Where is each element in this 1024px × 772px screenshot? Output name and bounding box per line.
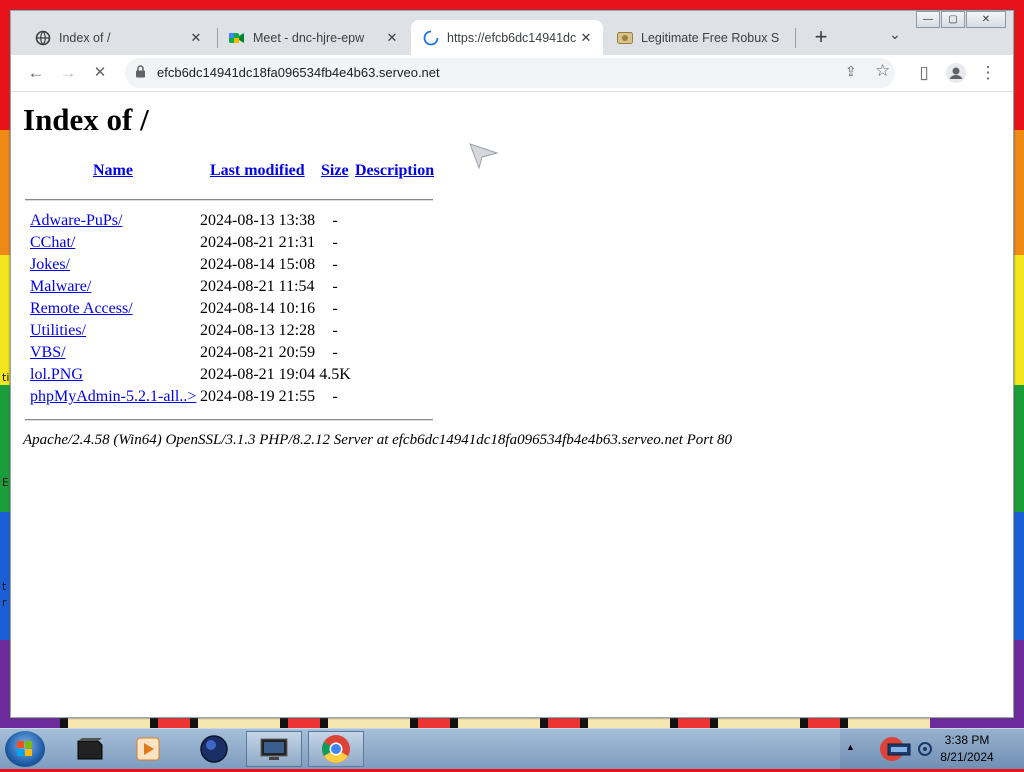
entry-modified: 2024-08-21 21:31: [200, 234, 316, 251]
clock-time: 3:38 PM: [944, 733, 990, 747]
taskbar-media-player[interactable]: [120, 731, 176, 767]
entry-size: -: [332, 234, 338, 251]
entry-modified: 2024-08-13 12:28: [200, 322, 316, 339]
start-button[interactable]: [5, 731, 45, 767]
entry-link[interactable]: Jokes/: [30, 256, 70, 274]
tab-serveo-active[interactable]: https://efcb6dc14941dc18fa096534fb4e4b63…: [411, 20, 603, 55]
browser-window: Index of / ✕ Meet - dnc-hjre-epw ✕ https…: [10, 10, 1014, 718]
desktop-text-fragment: ti: [2, 371, 10, 384]
taskbar-clock[interactable]: 3:38 PM 8/21/2024: [912, 732, 1022, 766]
tab-search-button[interactable]: ⌄: [884, 26, 906, 48]
taskbar-screen-app[interactable]: [246, 731, 302, 767]
entry-link[interactable]: Malware/: [30, 278, 91, 296]
side-panel-icon[interactable]: ▯: [913, 62, 935, 84]
bookmark-star-icon[interactable]: ☆: [875, 61, 890, 81]
close-icon[interactable]: ✕: [383, 30, 401, 46]
menu-icon[interactable]: ⋮: [977, 62, 999, 84]
header-divider: [25, 199, 433, 201]
entry-link[interactable]: Remote Access/: [30, 300, 133, 318]
tab-title: https://efcb6dc14941dc18fa096534fb4e4b63…: [447, 30, 577, 45]
entry-size: -: [332, 256, 338, 273]
entry-size: -: [332, 278, 338, 295]
taskbar-terminal[interactable]: [62, 731, 118, 767]
entry-size: -: [332, 344, 338, 361]
forward-button[interactable]: →: [57, 62, 79, 84]
desktop-text-fragment: E: [2, 476, 9, 489]
entry-link[interactable]: Utilities/: [30, 322, 86, 340]
url-text[interactable]: efcb6dc14941dc18fa096534fb4e4b63.serveo.…: [157, 65, 440, 80]
entry-size: -: [332, 300, 338, 317]
entry-size: -: [332, 212, 338, 229]
column-header-name[interactable]: Name: [93, 162, 133, 180]
browser-toolbar: ← → ✕ efcb6dc14941dc18fa096534fb4e4b63.s…: [11, 55, 1013, 92]
page-title: Index of /: [23, 102, 149, 137]
column-header-last-modified[interactable]: Last modified: [210, 162, 305, 180]
stop-loading-button[interactable]: ✕: [89, 62, 111, 84]
maximize-button[interactable]: ▢: [941, 11, 965, 28]
back-button[interactable]: ←: [25, 62, 47, 84]
entry-modified: 2024-08-13 13:38: [200, 212, 316, 229]
entry-link[interactable]: phpMyAdmin-5.2.1-all..>: [30, 388, 196, 406]
screen-icon: [260, 738, 288, 760]
close-icon[interactable]: ✕: [577, 30, 595, 46]
close-window-button[interactable]: ✕: [966, 11, 1006, 28]
tab-strip: Index of / ✕ Meet - dnc-hjre-epw ✕ https…: [11, 11, 1013, 55]
entry-size: -: [332, 388, 338, 405]
minimize-button[interactable]: —: [916, 11, 940, 28]
entry-modified: 2024-08-19 21:55: [200, 388, 316, 405]
clock-date: 8/21/2024: [940, 750, 994, 764]
entry-modified: 2024-08-21 19:04: [200, 366, 316, 383]
tab-index-of[interactable]: Index of / ✕: [23, 20, 213, 55]
entry-modified: 2024-08-21 20:59: [200, 344, 316, 361]
entry-link[interactable]: CChat/: [30, 234, 75, 252]
meet-icon: [229, 30, 245, 46]
entry-size: 4.5K: [319, 366, 351, 383]
entry-link[interactable]: lol.PNG: [30, 366, 83, 384]
desktop-text-fragment: r: [2, 596, 7, 609]
send-cursor-icon: [469, 143, 499, 169]
chrome-icon: [322, 735, 350, 763]
profile-avatar-icon[interactable]: [945, 62, 967, 84]
entry-link[interactable]: VBS/: [30, 344, 66, 362]
entry-modified: 2024-08-14 15:08: [200, 256, 316, 273]
tab-title: Index of /: [59, 30, 111, 45]
tab-meet[interactable]: Meet - dnc-hjre-epw ✕: [217, 20, 409, 55]
tab-title: Legitimate Free Robux S: [641, 30, 780, 45]
entry-modified: 2024-08-21 11:54: [200, 278, 315, 295]
entry-modified: 2024-08-14 10:16: [200, 300, 316, 317]
taskbar: ▲ 3:38 PM 8/21/2024: [0, 728, 1024, 769]
media-player-icon: [136, 737, 160, 761]
column-header-size[interactable]: Size: [321, 162, 349, 180]
entry-link[interactable]: Adware-PuPs/: [30, 212, 122, 230]
tab-robux[interactable]: Legitimate Free Robux S: [605, 20, 795, 55]
new-tab-button[interactable]: +: [808, 25, 834, 51]
globe-icon: [35, 30, 51, 46]
server-signature: Apache/2.4.58 (Win64) OpenSSL/3.1.3 PHP/…: [23, 432, 733, 448]
taskbar-globe-browser[interactable]: [186, 731, 242, 767]
page-content: Index of / Name Last modified Size Descr…: [11, 92, 1013, 717]
globe-app-icon: [200, 735, 228, 763]
entry-size: -: [332, 322, 338, 339]
terminal-icon: [77, 738, 103, 760]
close-icon[interactable]: ✕: [187, 30, 205, 46]
tab-title: Meet - dnc-hjre-epw: [253, 30, 365, 45]
show-hidden-icons-icon[interactable]: ▲: [846, 742, 855, 752]
taskbar-chrome[interactable]: [308, 731, 364, 767]
column-header-description[interactable]: Description: [355, 162, 434, 180]
loading-spinner-icon: [423, 30, 439, 46]
desktop-text-fragment: t: [2, 580, 7, 593]
robux-icon: [617, 30, 633, 46]
tab-separator: [795, 28, 796, 48]
address-bar[interactable]: efcb6dc14941dc18fa096534fb4e4b63.serveo.…: [125, 58, 895, 88]
footer-divider: [25, 419, 433, 421]
windows-logo-icon: [17, 741, 32, 756]
share-icon[interactable]: ⇪: [845, 63, 857, 80]
lock-icon[interactable]: [135, 65, 146, 81]
